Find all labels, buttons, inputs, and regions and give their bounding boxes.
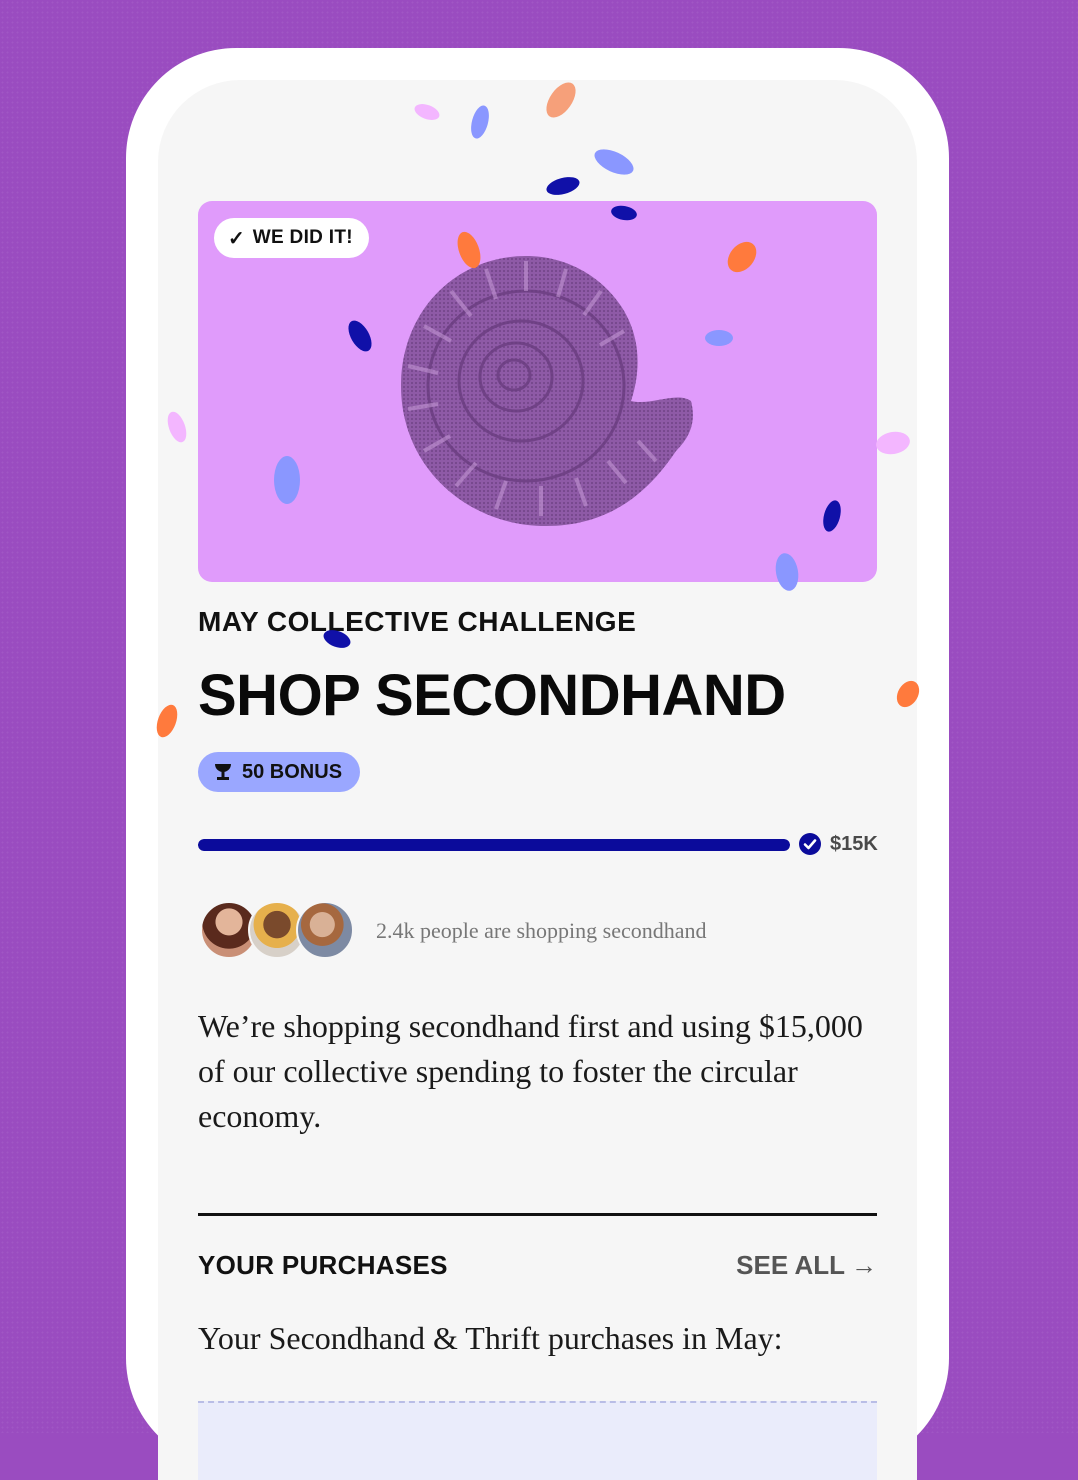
hero-banner: ✓ WE DID IT!	[198, 201, 877, 582]
participants-count-text: 2.4k people are shopping secondhand	[376, 918, 707, 943]
see-all-link[interactable]: SEE ALL →	[736, 1250, 877, 1281]
check-icon: ✓	[228, 227, 245, 250]
avatar	[296, 901, 354, 959]
trophy-icon	[215, 764, 231, 780]
badge-label: WE DID IT!	[252, 227, 353, 248]
challenge-description: We’re shopping secondhand first and usin…	[198, 1008, 863, 1134]
participant-avatars	[200, 901, 354, 959]
your-purchases-heading: YOUR PURCHASES	[198, 1250, 448, 1280]
challenge-progress-bar	[198, 839, 790, 851]
arrow-right-icon: →	[851, 1250, 877, 1280]
ammonite-fossil-image	[401, 256, 693, 526]
goal-label: $15K	[830, 832, 878, 855]
we-did-it-badge: ✓ WE DID IT!	[214, 218, 369, 258]
check-circle-icon	[799, 833, 821, 855]
challenge-eyebrow: MAY COLLECTIVE CHALLENGE	[198, 606, 637, 637]
bonus-label: 50 BONUS	[242, 760, 343, 783]
progress-fill	[198, 839, 790, 851]
see-all-label: SEE ALL	[736, 1250, 845, 1280]
purchases-subtitle: Your Secondhand & Thrift purchases in Ma…	[198, 1320, 783, 1356]
section-divider	[198, 1213, 877, 1216]
purchases-list-placeholder	[198, 1401, 877, 1480]
goal-indicator: $15K	[798, 832, 878, 856]
bonus-badge: 50 BONUS	[198, 752, 361, 792]
app-screen: ✓ WE DID IT! MAY COLLECTIVE CHALLENGE SH…	[158, 80, 917, 1480]
challenge-title: SHOP SECONDHAND	[198, 663, 786, 728]
